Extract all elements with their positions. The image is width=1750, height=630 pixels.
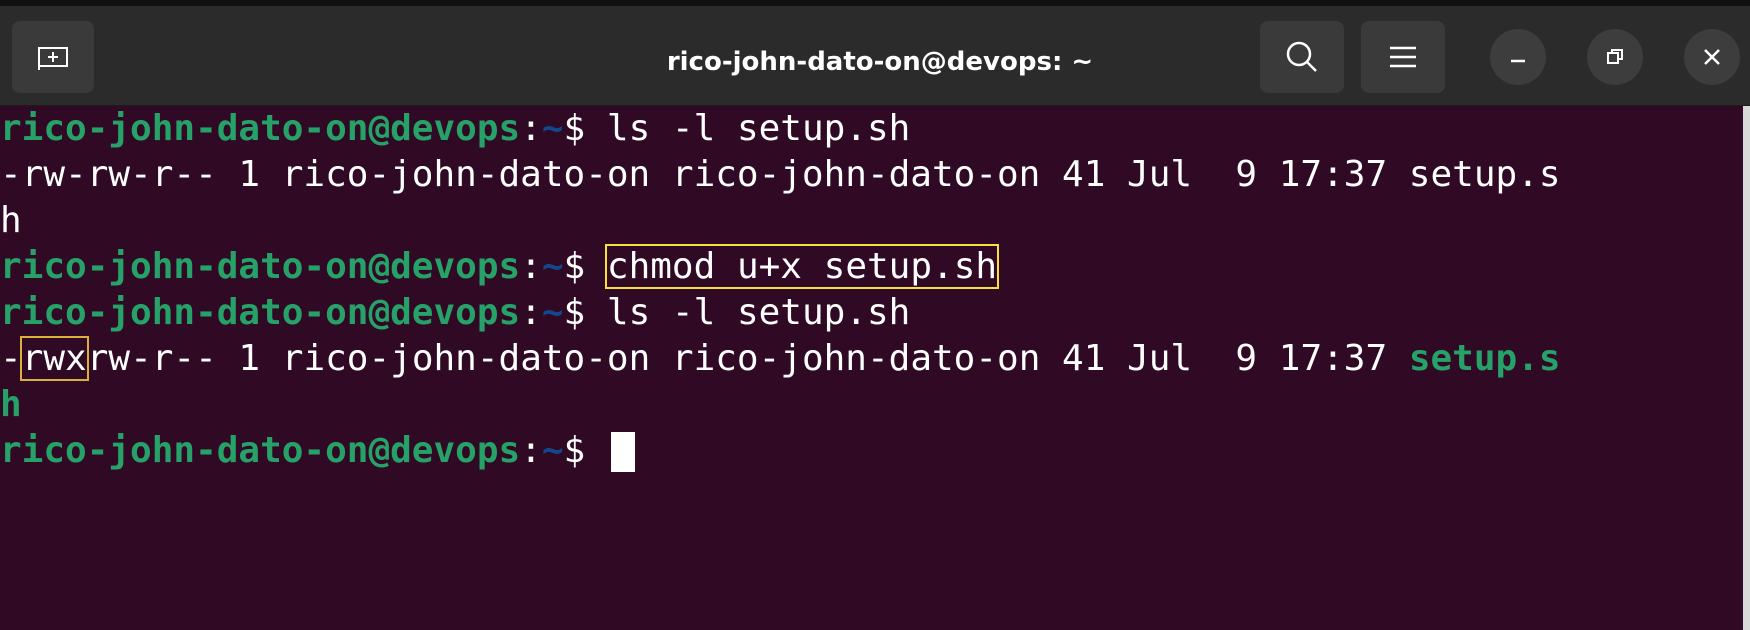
prompt-path: ~ bbox=[541, 292, 564, 333]
hamburger-menu-icon bbox=[1390, 46, 1416, 68]
output-text: - bbox=[0, 338, 22, 379]
terminal-line: rico-john-dato-on@devops:~$ ls -l setup.… bbox=[0, 290, 910, 336]
search-icon bbox=[1286, 41, 1317, 72]
output-text: -rw-rw-r-- 1 rico-john-dato-on rico-john… bbox=[0, 154, 1561, 195]
restore-icon bbox=[1607, 49, 1623, 64]
prompt-colon: : bbox=[520, 246, 542, 287]
executable-filename: h bbox=[0, 384, 22, 425]
command-text: ls -l setup.sh bbox=[606, 292, 911, 333]
terminal-line: rico-john-dato-on@devops:~$ ls -l setup.… bbox=[0, 106, 910, 152]
close-icon bbox=[1704, 49, 1720, 65]
output-text: h bbox=[0, 200, 22, 241]
prompt-symbol: $ bbox=[563, 246, 607, 287]
prompt-symbol: $ bbox=[563, 108, 607, 149]
prompt-colon: : bbox=[520, 430, 542, 471]
scrollbar[interactable] bbox=[1743, 106, 1750, 630]
prompt-path: ~ bbox=[541, 108, 564, 149]
prompt-colon: : bbox=[520, 108, 542, 149]
executable-filename: setup.s bbox=[1408, 338, 1561, 379]
search-button[interactable] bbox=[1260, 21, 1344, 93]
prompt-path: ~ bbox=[541, 246, 564, 287]
title-bar: rico-john-dato-on@devops: ~ bbox=[0, 6, 1750, 106]
output-text: rw-r-- 1 rico-john-dato-on rico-john-dat… bbox=[86, 338, 1409, 379]
prompt-symbol: $ bbox=[563, 292, 607, 333]
prompt-user: rico-john-dato-on@devops bbox=[0, 246, 521, 287]
terminal-line: -rw-rw-r-- 1 rico-john-dato-on rico-john… bbox=[0, 152, 1561, 198]
terminal-line: h bbox=[0, 382, 22, 428]
new-tab-button[interactable] bbox=[12, 21, 94, 93]
highlighted-permission: rwx bbox=[19, 336, 89, 381]
menu-button[interactable] bbox=[1361, 21, 1445, 93]
text-cursor bbox=[610, 432, 635, 472]
terminal-window: rico-john-dato-on@devops: ~ rico-john-da… bbox=[0, 0, 1750, 630]
command-text: ls -l setup.sh bbox=[606, 108, 911, 149]
close-button[interactable] bbox=[1684, 29, 1740, 85]
terminal-line: rico-john-dato-on@devops:~$ bbox=[0, 428, 635, 474]
prompt-path: ~ bbox=[541, 430, 564, 471]
prompt-user: rico-john-dato-on@devops bbox=[0, 292, 521, 333]
prompt-user: rico-john-dato-on@devops bbox=[0, 430, 521, 471]
terminal-line: rico-john-dato-on@devops:~$ chmod u+x se… bbox=[0, 244, 1000, 290]
terminal-line: -rwxrw-r-- 1 rico-john-dato-on rico-john… bbox=[0, 336, 1561, 382]
prompt-user: rico-john-dato-on@devops bbox=[0, 108, 521, 149]
window-title: rico-john-dato-on@devops: ~ bbox=[666, 46, 1094, 77]
new-tab-icon bbox=[38, 47, 68, 70]
minimize-icon bbox=[1511, 59, 1525, 63]
prompt-colon: : bbox=[520, 292, 542, 333]
terminal-output[interactable]: rico-john-dato-on@devops:~$ ls -l setup.… bbox=[0, 106, 1750, 630]
prompt-symbol: $ bbox=[563, 430, 607, 471]
maximize-button[interactable] bbox=[1587, 29, 1643, 85]
highlighted-command: chmod u+x setup.sh bbox=[604, 244, 1000, 289]
terminal-line: h bbox=[0, 198, 22, 244]
minimize-button[interactable] bbox=[1490, 29, 1546, 85]
